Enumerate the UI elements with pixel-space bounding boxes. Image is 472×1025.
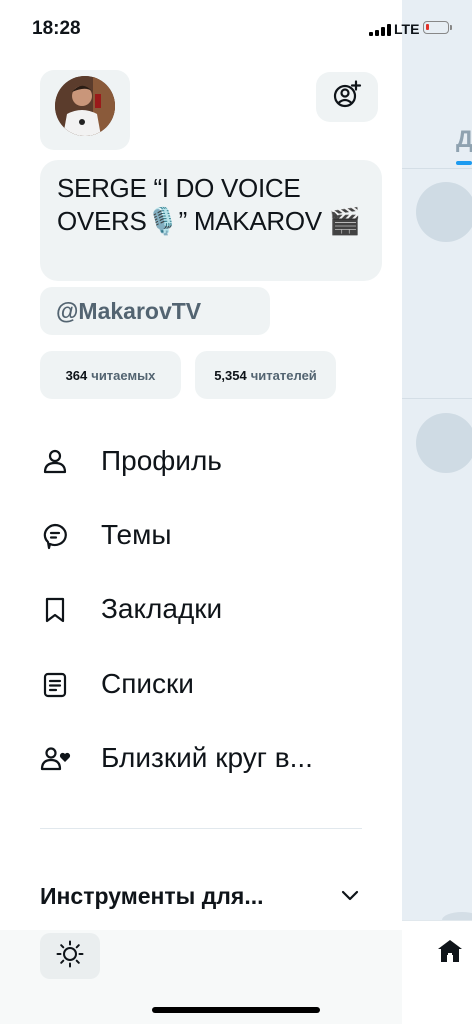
following-count: 364: [65, 367, 88, 383]
menu-divider: [40, 828, 362, 829]
add-account-button[interactable]: [316, 72, 378, 122]
following-label: читаемых: [91, 367, 156, 383]
display-name: SERGE “I DO VOICE OVERS🎙️” MAKAROV 🎬: [57, 173, 361, 236]
sun-icon: [56, 940, 84, 973]
timeline-divider: [402, 398, 472, 399]
list-icon: [40, 670, 70, 700]
menu-item-label: Закладки: [101, 593, 223, 624]
followers-label: читателей: [250, 367, 317, 383]
menu-item-label: Списки: [101, 668, 194, 699]
menu-item-topics[interactable]: Темы: [40, 508, 370, 564]
user-handle: @MakarovTV: [56, 298, 202, 324]
avatar-container[interactable]: [40, 70, 130, 150]
chevron-down-icon: [340, 885, 360, 910]
menu-item-bookmarks[interactable]: Закладки: [40, 582, 370, 638]
following-stat[interactable]: 364 читаемых: [40, 351, 181, 399]
menu-item-circle[interactable]: Близкий круг в...: [40, 731, 370, 787]
menu-item-label: Близкий круг в...: [101, 742, 313, 773]
menu-item-label: Темы: [101, 519, 172, 550]
status-time: 18:28: [32, 18, 81, 39]
timeline-avatar: [416, 413, 472, 473]
menu-item-profile[interactable]: Профиль: [40, 434, 370, 490]
followers-stat[interactable]: 5,354 читателей: [195, 351, 336, 399]
tools-section-label: Инструменты для...: [40, 883, 264, 909]
home-icon[interactable]: [436, 937, 464, 970]
timeline-tab-indicator: [456, 161, 472, 165]
timeline-avatar: [416, 182, 472, 242]
circle-icon: [40, 744, 71, 774]
timeline-tab-label: Д: [456, 126, 472, 153]
battery-icon: [423, 21, 452, 34]
menu-item-label: Профиль: [101, 445, 222, 476]
display-name-box[interactable]: SERGE “I DO VOICE OVERS🎙️” MAKAROV 🎬: [40, 160, 382, 281]
bottom-tab-bar: [402, 920, 472, 1025]
person-icon: [40, 447, 70, 477]
handle-box[interactable]: @MakarovTV: [40, 287, 270, 335]
timeline-divider: [402, 168, 472, 169]
menu-item-lists[interactable]: Списки: [40, 657, 370, 713]
signal-icon: [369, 24, 391, 36]
status-bar: 18:28 LTE: [0, 0, 472, 58]
add-account-icon: [332, 79, 362, 115]
background-timeline: Д: [402, 0, 472, 928]
display-settings-button[interactable]: [40, 933, 100, 979]
tools-section-toggle[interactable]: Инструменты для...: [40, 880, 370, 916]
avatar[interactable]: [55, 76, 115, 136]
network-type: LTE: [394, 21, 420, 37]
side-drawer: SERGE “I DO VOICE OVERS🎙️” MAKAROV 🎬 @Ma…: [0, 0, 402, 1024]
topics-icon: [40, 521, 70, 551]
home-indicator[interactable]: [152, 1007, 320, 1013]
bookmark-icon: [40, 595, 70, 625]
followers-count: 5,354: [214, 367, 247, 383]
